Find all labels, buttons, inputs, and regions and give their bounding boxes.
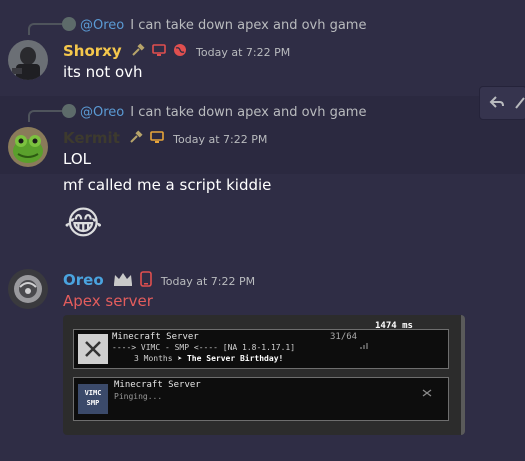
avatar[interactable] — [8, 40, 48, 80]
hammer-icon — [131, 42, 145, 61]
server-title: Minecraft Server — [114, 380, 201, 390]
server-logo-icon: VIMC SMP — [78, 384, 108, 414]
message-actions-bar — [479, 86, 525, 120]
laughing-emoji: 😂 — [64, 203, 103, 242]
reply-text: I can take down apex and ovh game — [130, 105, 367, 120]
username[interactable]: Kermit — [63, 129, 120, 147]
reply-icon[interactable] — [488, 93, 506, 115]
message-text: LOL — [63, 150, 91, 168]
desktop-icon — [150, 129, 164, 148]
server-entry: Minecraft Server 31/64 ----> VIMC - SMP … — [73, 329, 449, 369]
crown-icon — [113, 271, 133, 291]
server-logo-icon — [78, 334, 108, 364]
server-status: Pinging... — [114, 392, 163, 401]
server-motd-line2b: ➤ The Server Birthday! — [177, 354, 284, 363]
disconnected-icon — [422, 382, 432, 401]
reply-mention[interactable]: @Oreo — [80, 105, 124, 120]
server-entry: VIMC SMP Minecraft Server Pinging... — [73, 377, 449, 421]
signal-icon — [360, 334, 370, 353]
timestamp: Today at 7:22 PM — [160, 275, 256, 288]
message-text: mf called me a script kiddie — [63, 176, 272, 194]
timestamp: Today at 7:22 PM — [196, 46, 291, 59]
reply-connector — [28, 23, 62, 35]
reply-preview[interactable]: @Oreo I can take down apex and ovh game — [62, 17, 366, 33]
reply-connector — [28, 110, 62, 122]
server-title: Minecraft Server — [112, 332, 199, 342]
avatar[interactable] — [8, 269, 48, 309]
server-motd-line2: 3 Months — [134, 354, 173, 363]
mobile-phone-icon — [140, 270, 152, 291]
server-motd-line1: ----> VIMC - SMP <---- [NA 1.8-1.17.1] — [112, 343, 296, 352]
timestamp: Today at 7:22 PM — [173, 133, 268, 146]
server-logo-text: VIMC SMP — [84, 389, 102, 407]
image-attachment[interactable]: 1474 ms Minecraft Server 31/64 ----> VIM… — [63, 315, 465, 435]
message-text: Apex server — [63, 292, 153, 310]
username[interactable]: Oreo — [63, 271, 104, 289]
message-text: its not ovh — [63, 63, 143, 81]
avatar[interactable] — [8, 127, 48, 167]
reply-mention[interactable]: @Oreo — [80, 18, 124, 33]
player-count: 31/64 — [330, 332, 358, 342]
reply-preview[interactable]: @Oreo I can take down apex and ovh game — [62, 104, 366, 120]
desktop-icon — [152, 42, 166, 61]
reply-text: I can take down apex and ovh game — [130, 18, 367, 33]
edit-icon[interactable] — [514, 93, 525, 115]
globe-icon — [173, 42, 187, 61]
hammer-icon — [129, 129, 143, 148]
reply-avatar — [62, 104, 76, 118]
reply-avatar — [62, 17, 76, 31]
username[interactable]: Shorxy — [63, 42, 122, 60]
